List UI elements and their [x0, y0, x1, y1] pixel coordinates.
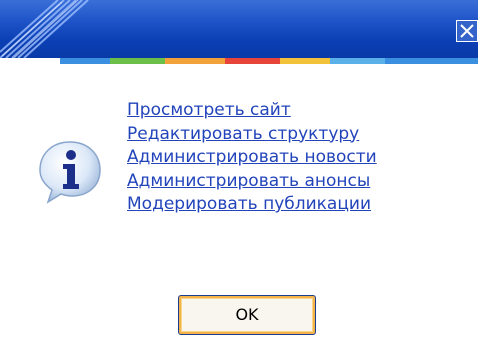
link-admin-news[interactable]: Администрировать новости [127, 146, 467, 170]
title-bar [0, 0, 478, 58]
link-admin-announcements[interactable]: Администрировать анонсы [127, 170, 467, 194]
close-button[interactable] [456, 20, 478, 42]
dialog-window: Просмотреть сайт Редактировать структуру… [0, 0, 478, 349]
close-icon [460, 24, 474, 38]
link-view-site[interactable]: Просмотреть сайт [127, 99, 467, 123]
ok-button[interactable]: OK [178, 295, 316, 335]
title-color-stripe [0, 58, 478, 64]
links-list: Просмотреть сайт Редактировать структуру… [127, 99, 467, 217]
title-decoration [0, 0, 89, 58]
information-icon [39, 141, 101, 204]
link-edit-structure[interactable]: Редактировать структуру [127, 123, 467, 147]
link-moderate-publications[interactable]: Модерировать публикации [127, 193, 467, 217]
